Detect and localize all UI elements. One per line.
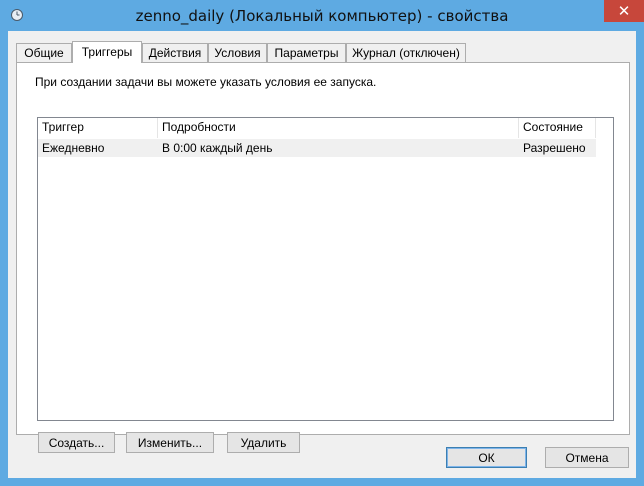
cell-state: Разрешено xyxy=(523,141,586,155)
tab-actions[interactable]: Действия xyxy=(142,43,208,62)
edit-button[interactable]: Изменить... xyxy=(126,432,214,453)
tab-triggers[interactable]: Триггеры xyxy=(72,41,142,63)
window-title: zenno_daily (Локальный компьютер) - свой… xyxy=(135,7,509,25)
close-button[interactable]: ✕ xyxy=(604,0,644,22)
tab-conditions[interactable]: Условия xyxy=(208,43,267,62)
triggers-panel: При создании задачи вы можете указать ус… xyxy=(16,62,630,453)
ok-button[interactable]: ОК xyxy=(446,447,527,468)
cancel-button[interactable]: Отмена xyxy=(545,447,629,468)
create-button[interactable]: Создать... xyxy=(38,432,115,453)
panel-description: При создании задачи вы можете указать ус… xyxy=(35,75,377,89)
delete-button[interactable]: Удалить xyxy=(227,432,300,453)
triggers-list[interactable]: Триггер Подробности Состояние Ежедневно … xyxy=(37,117,614,421)
dialog-client: Общие Триггеры Действия Условия Параметр… xyxy=(8,31,636,478)
cell-details: В 0:00 каждый день xyxy=(162,141,273,155)
tab-general[interactable]: Общие xyxy=(16,43,72,62)
title-bar[interactable]: zenno_daily (Локальный компьютер) - свой… xyxy=(0,0,644,31)
column-header-trigger[interactable]: Триггер xyxy=(38,118,158,138)
tab-history[interactable]: Журнал (отключен) xyxy=(346,43,466,62)
properties-window: zenno_daily (Локальный компьютер) - свой… xyxy=(0,0,644,486)
cell-trigger: Ежедневно xyxy=(42,141,105,155)
table-row[interactable]: Ежедневно В 0:00 каждый день Разрешено xyxy=(38,139,596,157)
column-header-state[interactable]: Состояние xyxy=(519,118,596,138)
tab-settings[interactable]: Параметры xyxy=(267,43,346,62)
column-header-details[interactable]: Подробности xyxy=(158,118,519,138)
